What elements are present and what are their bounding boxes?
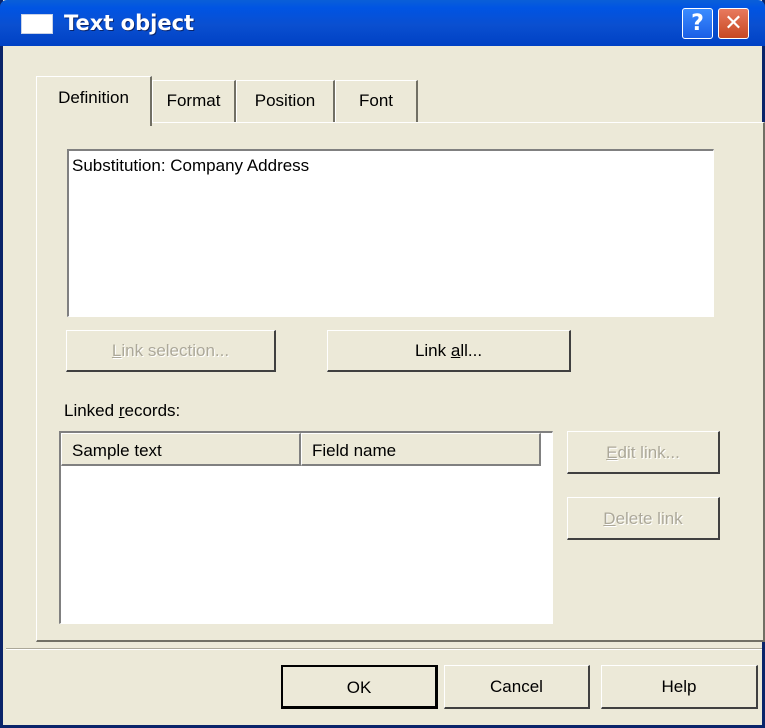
delete-link-button: Delete link (567, 497, 720, 540)
delete-link-label-post: elete link (615, 509, 683, 528)
linked-records-label: Linked records: (64, 401, 180, 421)
window-icon (21, 14, 53, 34)
dialog-window: Text object ? ✕ Definition Format Positi… (0, 0, 765, 728)
delete-link-mnemonic: D (603, 509, 616, 528)
link-selection-button: Link selection... (66, 330, 276, 372)
linked-records-label-post: ecords: (124, 401, 181, 420)
window-title: Text object (64, 11, 195, 35)
link-all-button[interactable]: Link all... (327, 330, 571, 372)
tab-format[interactable]: Format (152, 80, 236, 122)
link-all-mnemonic: a (450, 341, 461, 360)
edit-link-label-post: dit link... (617, 443, 680, 462)
help-button[interactable]: Help (601, 665, 758, 709)
column-header-sample-text[interactable]: Sample text (61, 433, 301, 466)
column-header-field-name[interactable]: Field name (301, 433, 541, 466)
link-selection-label-post: ink selection... (121, 341, 230, 360)
tab-position[interactable]: Position (236, 80, 335, 122)
link-selection-mnemonic: L (111, 341, 122, 360)
footer-separator (6, 648, 762, 650)
link-all-label-post: ll... (460, 341, 483, 360)
tab-font[interactable]: Font (335, 80, 418, 122)
title-bar[interactable]: Text object ? ✕ (0, 0, 765, 46)
linked-records-list[interactable]: Sample text Field name (59, 431, 553, 624)
help-icon[interactable]: ? (682, 8, 713, 39)
link-all-label-pre: Link (414, 341, 451, 360)
tab-definition[interactable]: Definition (36, 76, 152, 126)
close-icon[interactable]: ✕ (718, 8, 749, 39)
substitution-text-area[interactable]: Substitution: Company Address (67, 149, 714, 317)
edit-link-mnemonic: E (606, 443, 618, 462)
linked-records-label-pre: Linked (64, 401, 119, 420)
cancel-button[interactable]: Cancel (444, 665, 590, 709)
edit-link-button: Edit link... (567, 431, 720, 474)
ok-button[interactable]: OK (281, 665, 438, 709)
